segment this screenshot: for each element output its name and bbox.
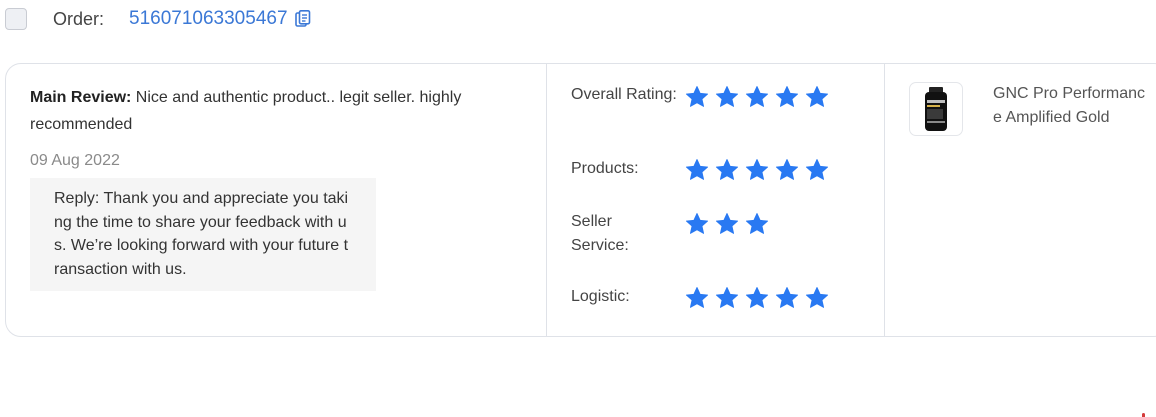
- review-card: Main Review: Nice and authentic product.…: [5, 63, 1156, 337]
- rating-logistic: Logistic:: [571, 285, 830, 311]
- main-review-label: Main Review:: [30, 89, 132, 106]
- order-number-link[interactable]: 516071063305467: [129, 8, 288, 30]
- star-icon: [805, 287, 829, 308]
- order-row: Order: 516071063305467: [5, 6, 311, 32]
- star-rating: [684, 157, 830, 183]
- star-rating: [684, 211, 770, 258]
- star-icon: [775, 159, 799, 180]
- star-icon: [745, 287, 769, 308]
- star-icon: [745, 159, 769, 180]
- rating-seller-service: Seller Service:: [571, 210, 770, 258]
- star-rating: [684, 285, 830, 311]
- order-label: Order:: [53, 8, 105, 29]
- star-icon: [715, 159, 739, 180]
- star-icon: [805, 159, 829, 180]
- star-icon: [715, 86, 739, 107]
- star-icon: [685, 86, 709, 107]
- rating-label: Seller Service:: [571, 213, 629, 254]
- column-divider: [546, 64, 547, 336]
- seller-reply: Reply: Thank you and appreciate you taki…: [30, 178, 376, 291]
- star-icon: [715, 213, 739, 234]
- rating-label: Logistic:: [571, 288, 630, 305]
- product-image[interactable]: [909, 82, 963, 136]
- star-icon: [745, 86, 769, 107]
- column-divider: [884, 64, 885, 336]
- rating-products: Products:: [571, 157, 830, 183]
- star-icon: [805, 86, 829, 107]
- star-icon: [685, 213, 709, 234]
- rating-label: Overall Rating:: [571, 86, 677, 103]
- corner-indicator: [1142, 413, 1145, 417]
- review-date: 09 Aug 2022: [30, 152, 120, 169]
- star-icon: [775, 287, 799, 308]
- star-icon: [715, 287, 739, 308]
- star-icon: [775, 86, 799, 107]
- rating-label: Products:: [571, 160, 639, 177]
- rating-overall: Overall Rating:: [571, 83, 830, 110]
- star-icon: [745, 213, 769, 234]
- copy-icon[interactable]: [294, 10, 311, 28]
- main-review: Main Review: Nice and authentic product.…: [30, 84, 520, 138]
- product-name[interactable]: GNC Pro Performance Amplified Gold: [993, 82, 1148, 130]
- star-icon: [685, 159, 709, 180]
- select-checkbox[interactable]: [5, 8, 27, 30]
- star-icon: [685, 287, 709, 308]
- review-section: Main Review: Nice and authentic product.…: [30, 84, 520, 291]
- star-rating: [684, 84, 830, 110]
